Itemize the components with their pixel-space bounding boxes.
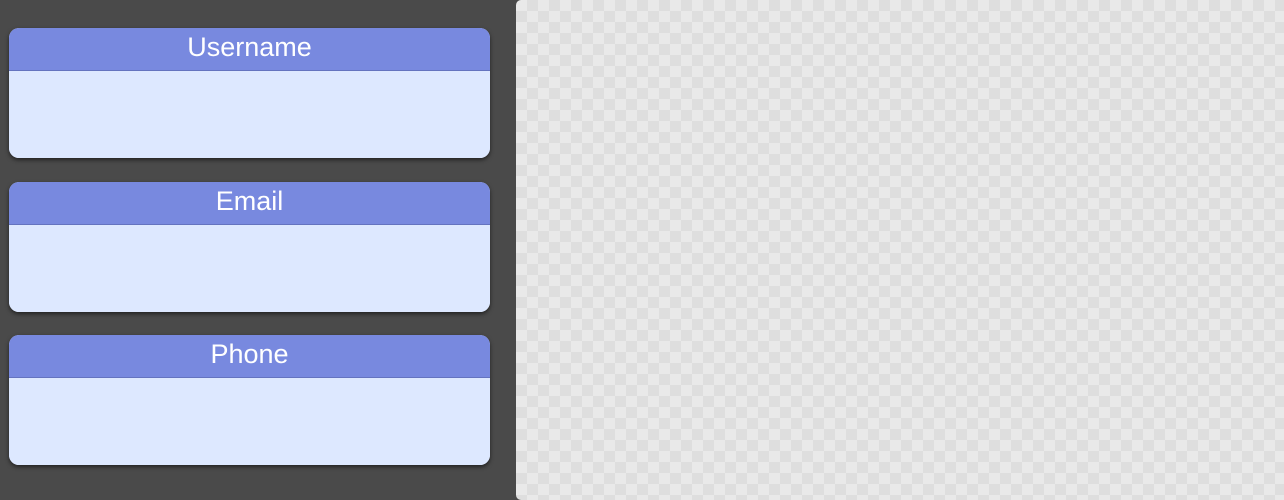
phone-field-body[interactable] [9,378,490,465]
email-field-body[interactable] [9,225,490,312]
phone-field-header: Phone [9,335,490,378]
username-field-header: Username [9,28,490,71]
app-window: Username Email Phone [0,0,1284,500]
field-sidebar: Username Email Phone [0,0,516,500]
email-field-header: Email [9,182,490,225]
username-field-body[interactable] [9,71,490,158]
username-field-label: Username [187,32,312,62]
design-canvas[interactable] [516,0,1284,500]
phone-field-label: Phone [210,339,289,369]
phone-field-card[interactable]: Phone [9,335,490,465]
username-field-card[interactable]: Username [9,28,490,158]
email-field-label: Email [215,186,284,216]
email-field-card[interactable]: Email [9,182,490,312]
